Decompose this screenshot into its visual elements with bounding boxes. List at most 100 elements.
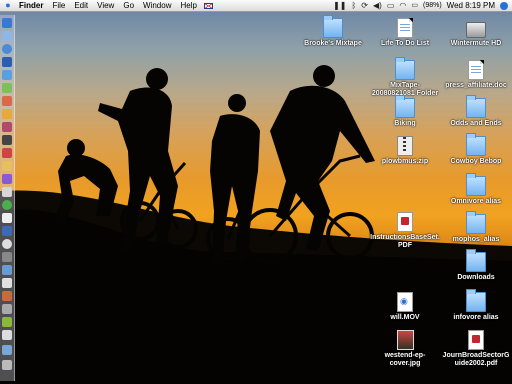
- desktop-icon-label: Omnivore alias: [450, 198, 502, 205]
- menu-edit[interactable]: Edit: [74, 0, 88, 11]
- desktop-icon-label: Wintermute HD: [450, 40, 502, 47]
- desktop-icon-label: Cowboy Bebop: [450, 158, 502, 165]
- bluetooth-icon[interactable]: ᛒ: [351, 0, 356, 11]
- app-dock-icon[interactable]: [2, 278, 12, 288]
- movie-file-icon: [397, 292, 413, 312]
- app-dock-icon[interactable]: [2, 187, 12, 197]
- volume-icon[interactable]: ◀): [373, 0, 382, 11]
- desktop-icon-label: infovore alias: [453, 314, 499, 321]
- folder-alias-icon: [466, 211, 486, 234]
- app-dock-icon[interactable]: [2, 148, 12, 158]
- app-dock-icon[interactable]: [2, 304, 12, 314]
- desktop-icon-odds-and-ends[interactable]: Odds and Ends: [441, 95, 511, 128]
- menu-bar: ● Finder File Edit View Go Window Help ❚…: [0, 0, 512, 12]
- menu-view[interactable]: View: [97, 0, 114, 11]
- desktop-icon-label: Biking: [394, 120, 416, 127]
- app-dock-icon[interactable]: [2, 109, 12, 119]
- document-icon: [397, 18, 413, 38]
- desktop-icon-label: plowbmus.zip: [381, 158, 429, 165]
- hard-drive-icon: [466, 22, 486, 38]
- menu-help[interactable]: Help: [180, 0, 196, 11]
- app-dock-icon[interactable]: [2, 265, 12, 275]
- spotlight-icon[interactable]: [500, 1, 508, 10]
- desktop-icon-journ-broad-sector-guide[interactable]: JournBroadSectorGuide2002.pdf: [441, 330, 511, 368]
- app-dock-icon[interactable]: [2, 317, 12, 327]
- desktop-icon-downloads[interactable]: Downloads: [441, 249, 511, 282]
- app-dock-icon[interactable]: [2, 252, 12, 262]
- app-dock-icon[interactable]: [2, 291, 12, 301]
- sync-icon[interactable]: ⟳: [361, 0, 368, 11]
- wifi-icon[interactable]: ◠: [399, 0, 406, 11]
- desktop-icon-westend-cover[interactable]: westend-ep-cover.jpg: [370, 330, 440, 368]
- mail-dock-icon[interactable]: [2, 31, 12, 41]
- menu-file[interactable]: File: [52, 0, 65, 11]
- desktop-icon-press-affiliate[interactable]: press_affiliate.doc: [441, 60, 511, 90]
- desktop-icon-instructions-pdf[interactable]: InstructionsBaseSet.PDF: [370, 212, 440, 250]
- app-dock-icon[interactable]: [2, 96, 12, 106]
- folder-icon: [323, 15, 343, 38]
- pdf-document-icon: [397, 212, 413, 232]
- desktop-icon-label: MixTape-20080821081 Folder: [371, 82, 439, 97]
- desktop-icon-plowbmus-zip[interactable]: plowbmus.zip: [370, 136, 440, 166]
- pause-icon[interactable]: ❚❚: [333, 0, 346, 11]
- desktop-icon-label: InstructionsBaseSet.PDF: [370, 234, 440, 249]
- safari-dock-icon[interactable]: [2, 44, 12, 54]
- desktop-icon-brookes-mixtape[interactable]: Brooke's Mixtape: [298, 15, 368, 48]
- desktop-icon-wintermute-hd[interactable]: Wintermute HD: [441, 18, 511, 48]
- folder-icon: [395, 95, 415, 118]
- menu-clock[interactable]: Wed 8:19 PM: [447, 0, 495, 11]
- folder-alias-icon: [466, 289, 486, 312]
- folder-icon: [395, 57, 415, 80]
- app-dock-icon[interactable]: [2, 122, 12, 132]
- app-dock-icon[interactable]: [2, 161, 12, 171]
- desktop-icon-label: Life To Do List: [380, 40, 430, 47]
- desktop-icon-omnivore-alias[interactable]: Omnivore alias: [441, 173, 511, 206]
- itunes-dock-icon[interactable]: [2, 57, 12, 67]
- app-dock-icon[interactable]: [2, 239, 12, 249]
- trash-dock-icon[interactable]: [2, 360, 12, 370]
- desktop-icon-mixtape-folder[interactable]: MixTape-20080821081 Folder: [370, 57, 440, 98]
- app-dock-icon[interactable]: [2, 330, 12, 340]
- desktop-icon-infovore-alias[interactable]: infovore alias: [441, 289, 511, 322]
- desktop-icon-life-to-do-list[interactable]: Life To Do List: [370, 18, 440, 48]
- desktop-icon-label: mophos_alias: [452, 236, 500, 243]
- folder-dock-icon[interactable]: [2, 345, 12, 355]
- menu-extras: ❚❚ ᛒ ⟳ ◀) ▭ ◠ ▭ (98%) Wed 8:19 PM: [333, 0, 512, 11]
- desktop-icon-will-mov[interactable]: will.MOV: [370, 292, 440, 322]
- desktop-icon-label: will.MOV: [390, 314, 420, 321]
- desktop-icon-cowboy-bebop[interactable]: Cowboy Bebop: [441, 133, 511, 166]
- desktop-icon-label: press_affiliate.doc: [445, 82, 507, 89]
- app-dock-icon[interactable]: [2, 213, 12, 223]
- apple-icon[interactable]: ●: [3, 0, 13, 11]
- desktop-icon-label: Brooke's Mixtape: [304, 40, 362, 47]
- ichat-dock-icon[interactable]: [2, 70, 12, 80]
- desktop-icon-biking[interactable]: Biking: [370, 95, 440, 128]
- app-dock-icon[interactable]: [2, 200, 12, 210]
- finder-dock-icon[interactable]: [2, 18, 12, 28]
- menu-finder[interactable]: Finder: [19, 0, 43, 11]
- zip-archive-icon: [397, 136, 413, 156]
- desktop-icon-label: Downloads: [457, 274, 495, 281]
- terminal-dock-icon[interactable]: [2, 135, 12, 145]
- display-icon[interactable]: ▭: [387, 0, 395, 11]
- folder-alias-icon: [466, 173, 486, 196]
- app-dock-icon[interactable]: [2, 174, 12, 184]
- desktop-icon-label: Odds and Ends: [450, 120, 502, 127]
- app-dock-icon[interactable]: [2, 226, 12, 236]
- desktop-icon-label: westend-ep-cover.jpg: [384, 352, 426, 367]
- chat-dock-icon[interactable]: [2, 83, 12, 93]
- menu-window[interactable]: Window: [143, 0, 171, 11]
- folder-icon: [466, 95, 486, 118]
- desktop-icon-label: JournBroadSectorGuide2002.pdf: [442, 352, 510, 367]
- image-file-icon: [396, 330, 414, 350]
- battery-icon[interactable]: ▭: [411, 0, 418, 11]
- folder-icon: [466, 133, 486, 156]
- desktop-icon-mophos-alias[interactable]: mophos_alias: [441, 211, 511, 244]
- folder-icon: [466, 249, 486, 272]
- document-icon: [468, 60, 484, 80]
- menu-go[interactable]: Go: [123, 0, 134, 11]
- battery-percent[interactable]: (98%): [423, 0, 442, 11]
- dock: [0, 15, 15, 381]
- pdf-document-icon: [468, 330, 484, 350]
- uk-flag-icon[interactable]: [203, 2, 213, 9]
